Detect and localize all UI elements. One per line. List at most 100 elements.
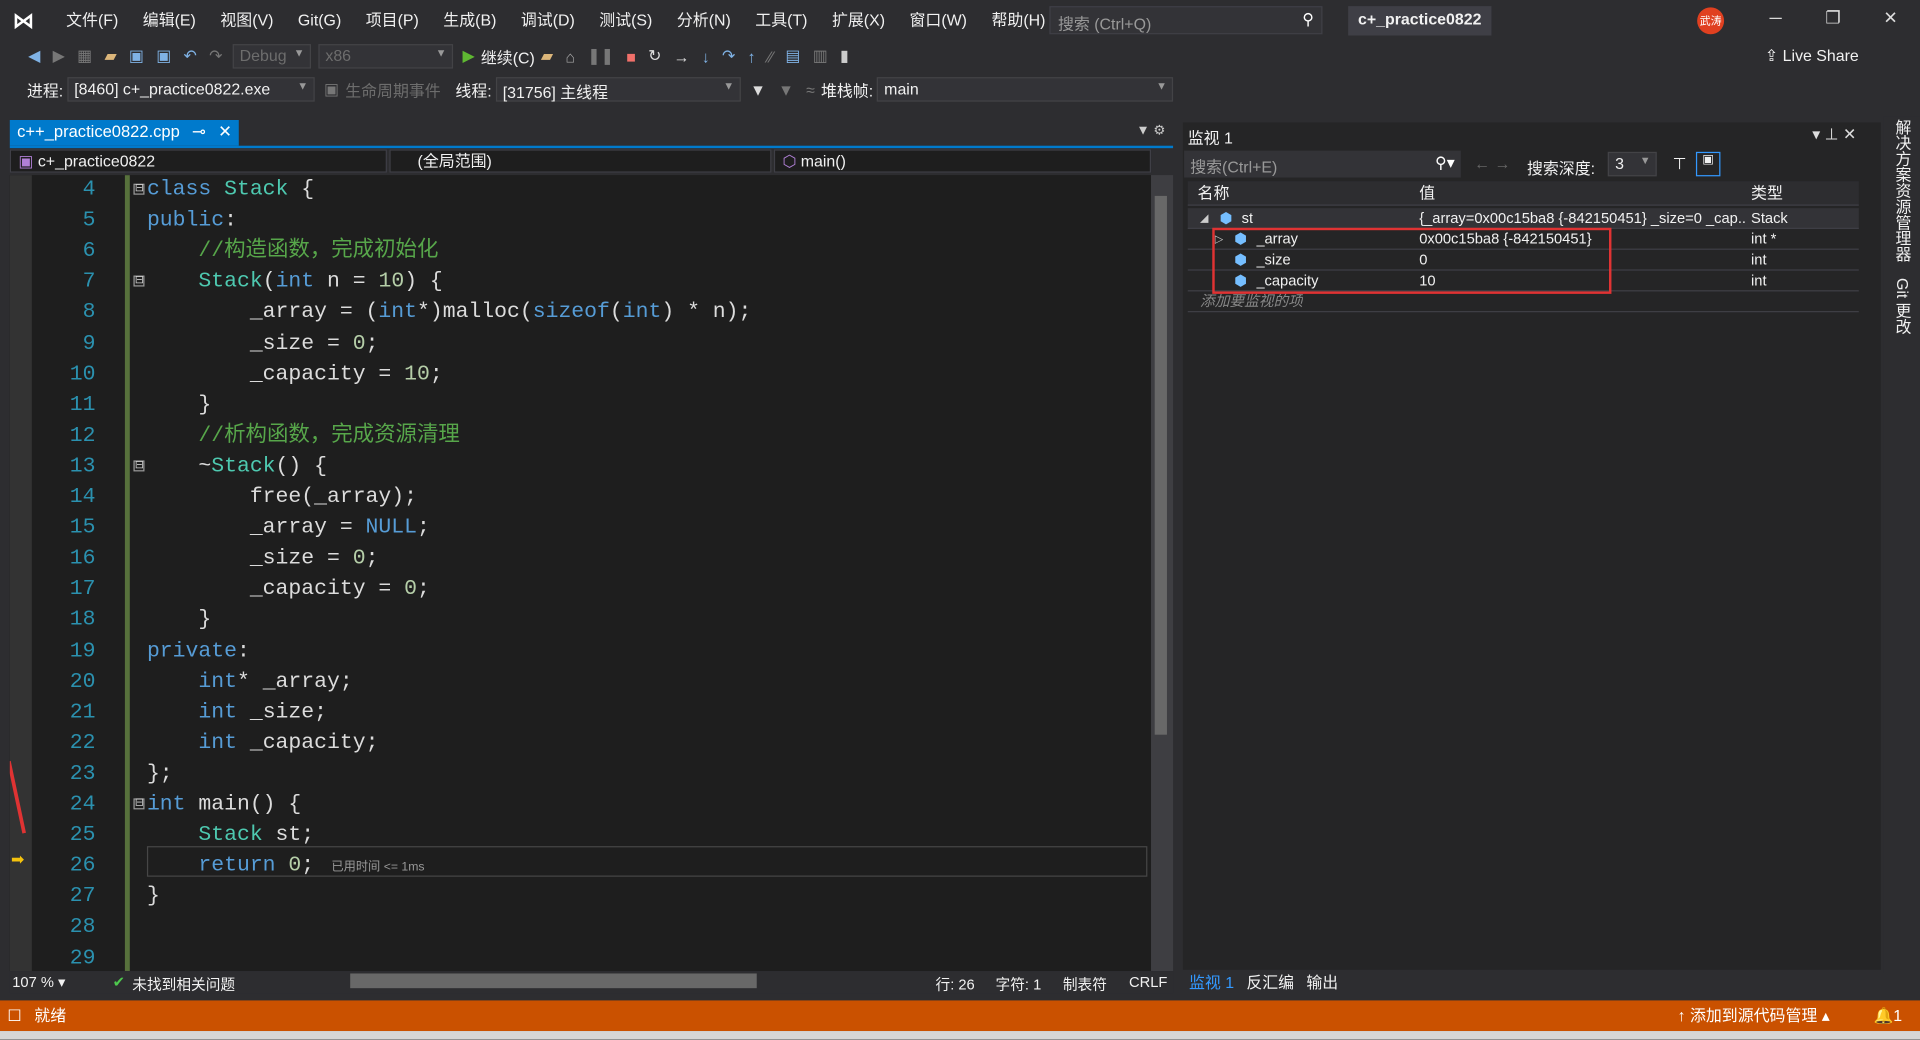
- search-depth-dropdown[interactable]: 3 ▼: [1607, 151, 1657, 177]
- browse-icon[interactable]: ▰: [541, 47, 553, 67]
- collapse-icon[interactable]: ⊟: [133, 798, 145, 810]
- menu-item[interactable]: 编辑(E): [131, 0, 209, 40]
- scrollbar-thumb[interactable]: [1154, 195, 1167, 735]
- collapse-icon[interactable]: ⊟: [133, 275, 145, 287]
- menu-item[interactable]: 分析(N): [665, 0, 743, 40]
- process-dropdown[interactable]: [8460] c+_practice0822.exe ▼: [66, 77, 315, 102]
- code-token: }: [146, 607, 212, 633]
- solution-explorer-tab[interactable]: 解决方案资源管理器: [1891, 119, 1914, 262]
- menu-item[interactable]: 文件(F): [54, 0, 131, 40]
- step-into-icon[interactable]: ↓: [702, 47, 710, 65]
- comment-icon[interactable]: ▤: [785, 47, 800, 67]
- watch-bottom-tabs: 监视 1 反汇编 输出: [1183, 970, 1338, 994]
- function-nav-dropdown[interactable]: ⬡ main(): [773, 149, 1152, 173]
- pin-icon[interactable]: ⊸: [192, 122, 206, 143]
- code-line: 13 ⊟ ~Stack() {: [10, 452, 1151, 483]
- code-editor[interactable]: 4 ⊟ class Stack {5 public: 6 //构造函数，完成初始化 7 ⊟ …: [9, 175, 1152, 972]
- close-tab-icon[interactable]: ✕: [218, 122, 232, 143]
- add-watch-row[interactable]: 添加要监视的项: [1187, 291, 1859, 313]
- save-icon[interactable]: ▣: [129, 47, 144, 67]
- restart-icon[interactable]: ↻: [648, 47, 661, 67]
- new-project-icon[interactable]: ▦: [77, 47, 92, 67]
- continue-icon[interactable]: ▶: [462, 47, 474, 67]
- filter-off-icon[interactable]: ▼: [778, 80, 794, 98]
- save-all-icon[interactable]: ▣: [156, 47, 171, 67]
- filter-pin-icon[interactable]: ⊤: [1673, 154, 1687, 174]
- hex-icon[interactable]: ⁄⁄: [768, 47, 773, 65]
- watch-value[interactable]: {_array=0x00c15ba8 {-842150451} _size=0 …: [1419, 208, 1745, 228]
- step-out-icon[interactable]: ↑: [748, 47, 756, 65]
- minimize-button[interactable]: ─: [1751, 7, 1800, 27]
- menu-item[interactable]: 项目(P): [353, 0, 431, 40]
- filter-icon[interactable]: ▼: [750, 80, 766, 98]
- menu-item[interactable]: Git(G): [286, 0, 354, 40]
- config-dropdown[interactable]: Debug ▼: [232, 44, 311, 69]
- tab-cpp-file[interactable]: c++_practice0822.cpp ⊸ ✕: [9, 120, 240, 146]
- redo-icon[interactable]: ↷: [209, 47, 222, 67]
- search-back-forward-icons[interactable]: ← →: [1474, 154, 1510, 172]
- bottom-tab[interactable]: 反汇编: [1246, 970, 1294, 994]
- open-folder-icon[interactable]: ▰: [104, 47, 116, 67]
- continue-button[interactable]: 继续(C): [481, 45, 535, 68]
- eol-indicator[interactable]: CRLF: [1129, 973, 1167, 990]
- step-over-icon[interactable]: ↷: [722, 47, 735, 67]
- tab-dropdown-icon[interactable]: ▼ ⚙: [1136, 122, 1165, 139]
- code-token: *)malloc(: [416, 300, 533, 325]
- watch-row[interactable]: ◢ ⬢ st {_array=0x00c15ba8 {-842150451} _siz…: [1187, 208, 1859, 229]
- show-next-statement-icon[interactable]: →: [674, 47, 690, 65]
- close-window-button[interactable]: ✕: [1866, 7, 1915, 28]
- stop-icon[interactable]: ■: [626, 47, 636, 65]
- thread-dropdown[interactable]: [31756] 主线程 ▼: [495, 77, 741, 102]
- menu-item[interactable]: 帮助(H): [979, 0, 1057, 40]
- flag-icon[interactable]: ≈: [806, 80, 815, 98]
- name-column-header[interactable]: 名称: [1198, 184, 1230, 204]
- git-changes-tab[interactable]: Git 更改: [1891, 278, 1914, 335]
- source-control-button[interactable]: ↑ 添加到源代码管理 ▴: [1678, 1000, 1830, 1031]
- issues-status[interactable]: 未找到相关问题: [132, 973, 235, 994]
- avatar[interactable]: 武涛: [1697, 7, 1725, 35]
- collapse-icon[interactable]: ⊟: [133, 460, 145, 472]
- back-icon[interactable]: ◀: [28, 47, 40, 67]
- menu-item[interactable]: 生成(B): [431, 0, 509, 40]
- live-share-button[interactable]: ⇪ Live Share: [1765, 47, 1859, 67]
- watch-search-input[interactable]: 搜索(Ctrl+E) ⚲▾: [1184, 150, 1461, 178]
- menu-item[interactable]: 窗口(W): [897, 0, 979, 40]
- lifecycle-events-button[interactable]: 生命周期事件: [345, 78, 441, 101]
- bottom-tab[interactable]: 监视 1: [1189, 970, 1234, 994]
- type-column-header[interactable]: 类型: [1751, 184, 1783, 204]
- watch-window-controls[interactable]: ▾ ⊥ ✕: [1812, 125, 1856, 145]
- menu-item[interactable]: 工具(T): [743, 0, 820, 40]
- scope-nav-dropdown[interactable]: (全局范围): [389, 149, 772, 173]
- notifications-icon[interactable]: 🔔1: [1873, 1000, 1902, 1031]
- zoom-dropdown[interactable]: 107 % ▾: [12, 973, 65, 990]
- forward-icon[interactable]: ▶: [53, 47, 65, 67]
- bookmark-icon[interactable]: ▮: [840, 47, 849, 67]
- bottom-tab[interactable]: 输出: [1306, 970, 1338, 994]
- uncomment-icon[interactable]: ▥: [813, 47, 828, 67]
- expander-icon[interactable]: ◢: [1200, 208, 1208, 228]
- value-column-header[interactable]: 值: [1419, 184, 1435, 204]
- platform-dropdown[interactable]: x86 ▼: [318, 44, 453, 69]
- stack-frame-dropdown[interactable]: main ▼: [876, 77, 1174, 102]
- tabs-indicator[interactable]: 制表符: [1063, 973, 1107, 994]
- menu-item[interactable]: 调试(D): [509, 0, 587, 40]
- view-toggle-icon[interactable]: ▣: [1695, 151, 1721, 177]
- line-number: 6: [82, 239, 96, 264]
- menu-item[interactable]: 扩展(X): [820, 0, 898, 40]
- pause-icon[interactable]: ❚❚: [587, 47, 614, 67]
- process-label: 进程:: [26, 81, 64, 100]
- menu-item[interactable]: 测试(S): [587, 0, 665, 40]
- hot-reload-icon[interactable]: ⌂: [565, 47, 575, 65]
- quick-search-input[interactable]: 搜索 (Ctrl+Q) ⚲: [1049, 6, 1323, 35]
- code-token: int: [378, 300, 417, 325]
- horizontal-scrollbar[interactable]: [350, 973, 757, 989]
- code-token: () {: [275, 454, 327, 479]
- restore-button[interactable]: ❐: [1809, 7, 1858, 28]
- project-nav-dropdown[interactable]: ▣ c+_practice0822: [9, 149, 387, 173]
- line-number: 20: [69, 669, 96, 694]
- code-line: 18 }: [10, 605, 1151, 636]
- collapse-icon[interactable]: ⊟: [133, 183, 145, 195]
- menu-item[interactable]: 视图(V): [208, 0, 286, 40]
- side-tabs: 解决方案资源管理器 Git 更改: [1883, 116, 1920, 974]
- undo-icon[interactable]: ↶: [184, 47, 197, 67]
